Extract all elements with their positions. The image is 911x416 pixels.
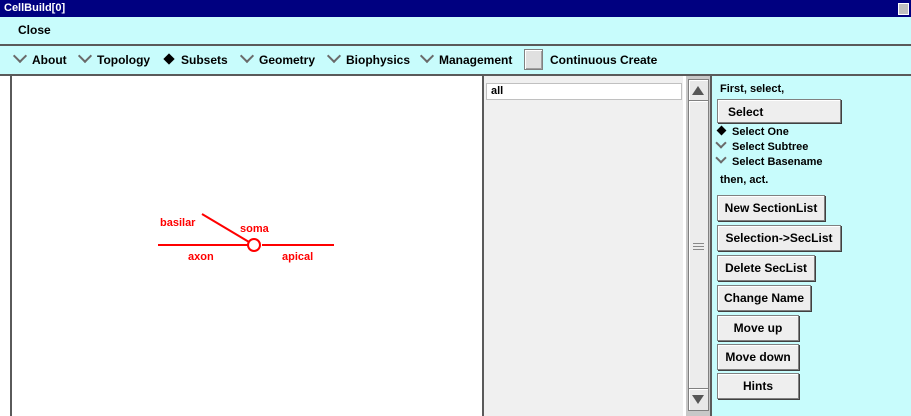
tab-label: Subsets bbox=[181, 53, 228, 67]
tab-bar: About Topology Subsets Geometry Biophysi… bbox=[0, 46, 911, 74]
maximize-icon[interactable] bbox=[898, 3, 909, 15]
radio-checked-icon bbox=[161, 53, 177, 67]
radio-unchecked-icon bbox=[714, 152, 728, 168]
continuous-create-checkbox[interactable] bbox=[524, 49, 543, 70]
select-button[interactable]: Select bbox=[717, 99, 841, 123]
radio-label: Select One bbox=[732, 126, 789, 138]
radio-checked-icon bbox=[714, 125, 728, 138]
first-select-label: First, select, bbox=[720, 83, 785, 95]
cell-shape-drawing bbox=[158, 213, 334, 252]
tab-biophysics[interactable]: Biophysics bbox=[326, 48, 411, 67]
tab-subsets[interactable]: Subsets bbox=[161, 53, 228, 67]
tab-label: Biophysics bbox=[346, 53, 411, 67]
radio-label: Select Basename bbox=[732, 156, 823, 168]
radio-unchecked-icon bbox=[12, 48, 28, 67]
radio-unchecked-icon bbox=[77, 48, 93, 67]
change-name-button[interactable]: Change Name bbox=[717, 285, 811, 311]
radio-unchecked-icon bbox=[714, 137, 728, 153]
radio-select-subtree[interactable]: Select Subtree bbox=[714, 137, 809, 153]
axon-label: axon bbox=[188, 251, 214, 263]
subset-list-panel bbox=[484, 76, 683, 416]
radio-label: Select Subtree bbox=[732, 141, 809, 153]
radio-unchecked-icon bbox=[326, 48, 342, 67]
soma-section[interactable] bbox=[247, 238, 261, 252]
tab-label: Management bbox=[439, 53, 513, 67]
basilar-label: basilar bbox=[160, 217, 196, 229]
then-act-label: then, act. bbox=[720, 174, 769, 186]
soma-label: soma bbox=[240, 223, 269, 235]
scroll-thumb[interactable] bbox=[688, 100, 709, 390]
new-sectionlist-button[interactable]: New SectionList bbox=[717, 195, 825, 221]
subset-actions-panel: First, select, Select Select One Select … bbox=[712, 76, 911, 416]
radio-unchecked-icon bbox=[239, 48, 255, 67]
tab-geometry[interactable]: Geometry bbox=[239, 48, 316, 67]
tab-topology[interactable]: Topology bbox=[77, 48, 151, 67]
scroll-down-icon[interactable] bbox=[688, 388, 709, 411]
selection-to-seclist-button[interactable]: Selection->SecList bbox=[717, 225, 841, 251]
apical-label: apical bbox=[282, 251, 314, 263]
list-item[interactable]: all bbox=[486, 83, 682, 100]
tab-label: Topology bbox=[97, 53, 151, 67]
window-title: CellBuild[0] bbox=[4, 2, 66, 14]
radio-select-basename[interactable]: Select Basename bbox=[714, 152, 823, 168]
hints-button[interactable]: Hints bbox=[717, 373, 799, 399]
menu-bar: Close bbox=[0, 17, 911, 44]
move-down-button[interactable]: Move down bbox=[717, 344, 799, 370]
move-up-button[interactable]: Move up bbox=[717, 315, 799, 341]
title-bar: CellBuild[0] bbox=[0, 0, 911, 17]
tab-management[interactable]: Management bbox=[419, 48, 513, 67]
continuous-create-label: Continuous Create bbox=[550, 53, 658, 67]
scroll-up-icon[interactable] bbox=[688, 79, 709, 102]
tab-about[interactable]: About bbox=[12, 48, 67, 67]
shape-plot[interactable]: basilar soma axon apical bbox=[10, 76, 484, 416]
tab-label: Geometry bbox=[259, 53, 316, 67]
delete-seclist-button[interactable]: Delete SecList bbox=[717, 255, 815, 281]
radio-select-one[interactable]: Select One bbox=[714, 125, 789, 138]
close-menu[interactable]: Close bbox=[18, 23, 51, 37]
tab-label: About bbox=[32, 53, 67, 67]
radio-unchecked-icon bbox=[419, 48, 435, 67]
